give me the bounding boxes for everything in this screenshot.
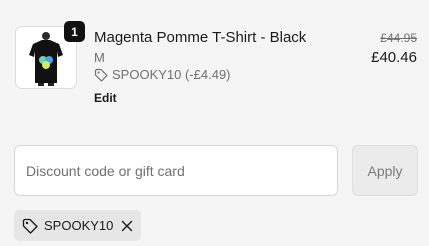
product-title: Magenta Pomme T-Shirt - Black: [94, 29, 307, 46]
apply-button[interactable]: Apply: [352, 145, 418, 196]
final-price: £40.46: [371, 49, 417, 66]
edit-link[interactable]: Edit: [94, 91, 117, 105]
discount-code-input[interactable]: [14, 145, 338, 196]
remove-code-button[interactable]: [121, 220, 133, 232]
tag-icon: [22, 218, 38, 234]
original-price: £44.95: [380, 31, 417, 45]
line-discount-text: SPOOKY10 (-£4.49): [112, 67, 231, 82]
tag-icon: [94, 68, 108, 82]
line-discount: SPOOKY10 (-£4.49): [94, 67, 231, 82]
close-icon: [122, 220, 133, 231]
applied-code-label: SPOOKY10: [44, 218, 114, 233]
quantity-badge: 1: [64, 21, 85, 42]
applied-code-chip: SPOOKY10: [14, 210, 142, 241]
product-variant: M: [94, 50, 105, 65]
